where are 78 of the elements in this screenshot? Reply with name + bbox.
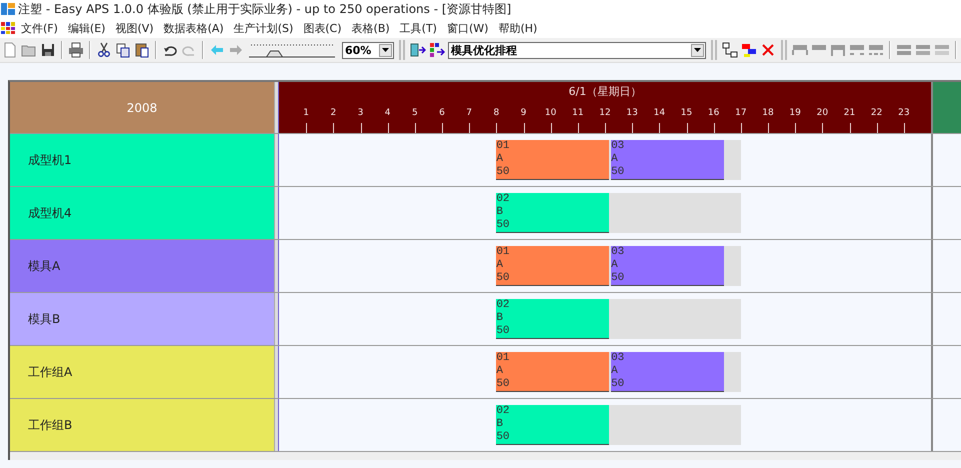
bar-layout-icon[interactable]	[792, 42, 808, 58]
hour-label: 16	[708, 108, 720, 118]
hour-label: 8	[493, 108, 500, 118]
menu-item[interactable]: 表格(B)	[348, 20, 394, 36]
toolbar-handle[interactable]	[399, 40, 405, 60]
resource-label[interactable]: 成型机1	[10, 134, 274, 186]
task-bar[interactable]: 01 A 50	[496, 140, 610, 180]
caret-icon	[382, 48, 389, 52]
tree-icon[interactable]	[722, 42, 738, 58]
bar-layout-icon[interactable]	[830, 42, 846, 58]
hour-label: 12	[599, 108, 611, 118]
copy-icon[interactable]	[115, 42, 131, 58]
hour-label: 22	[870, 108, 882, 118]
zoom-dropdown[interactable]: 60%	[342, 42, 394, 58]
printer-icon[interactable]	[68, 42, 84, 58]
toolbar-handle[interactable]	[711, 40, 717, 60]
hour-label: 5	[412, 108, 418, 118]
menu-item[interactable]: 数据表格(A)	[160, 20, 228, 36]
toolbar-handle[interactable]	[781, 40, 787, 60]
menu-item[interactable]: 编辑(E)	[64, 20, 110, 36]
hour-label: 9	[520, 108, 526, 118]
hour-label: 2	[330, 108, 336, 118]
caret-icon	[694, 48, 701, 52]
hour-label: 15	[680, 108, 692, 118]
color-blocks-icon[interactable]	[741, 42, 757, 58]
menu-item[interactable]: 视图(V)	[111, 20, 158, 36]
next-day-header	[933, 82, 961, 133]
hour-label: 23	[898, 108, 910, 118]
paste-icon[interactable]	[134, 42, 150, 58]
menu-item[interactable]: 图表(C)	[299, 20, 346, 36]
hour-label: 11	[572, 108, 584, 118]
hour-label: 4	[384, 108, 391, 118]
window-title: 注塑 - Easy APS 1.0.0 体验版 (禁止用于实际业务) - up to 250 operations - [资源甘特图]	[18, 0, 512, 18]
schedule-dropdown[interactable]: 模具优化排程	[448, 42, 706, 58]
task-bar[interactable]: 02 B 50	[496, 405, 610, 445]
bar-layout-icon[interactable]	[934, 42, 950, 58]
task-bar[interactable]: 02 B 50	[496, 299, 610, 339]
resource-label[interactable]: 模具A	[10, 240, 274, 292]
table-arrow-icon[interactable]	[410, 42, 426, 58]
hour-label: 13	[626, 108, 638, 118]
bar-layout-icon[interactable]	[849, 42, 865, 58]
resource-label[interactable]: 成型机4	[10, 187, 274, 239]
menu-item[interactable]: 工具(T)	[396, 20, 441, 36]
menu-item[interactable]: 生产计划(S)	[230, 20, 298, 36]
hour-label: 18	[762, 108, 774, 118]
close-icon[interactable]	[760, 42, 776, 58]
slider-thumb[interactable]	[266, 50, 284, 58]
date-label: 6/1（星期日）	[568, 84, 642, 99]
new-file-icon[interactable]	[2, 42, 18, 58]
grid-menu-icon[interactable]	[1, 22, 15, 34]
menu-item[interactable]: 帮助(H)	[494, 20, 542, 36]
hour-label: 14	[654, 108, 666, 118]
hour-label: 7	[466, 108, 472, 118]
hour-label: 19	[789, 108, 801, 118]
save-icon[interactable]	[40, 42, 56, 58]
hour-label: 1	[303, 108, 310, 118]
task-bar[interactable]: 02 B 50	[496, 193, 610, 233]
year-header: 2008	[10, 82, 274, 133]
bar-layout-icon[interactable]	[868, 42, 884, 58]
task-bar[interactable]: 01 A 50	[496, 246, 610, 286]
hour-label: 3	[358, 108, 364, 118]
hour-label: 10	[544, 108, 556, 118]
hour-label: 20	[816, 108, 828, 118]
bar-layout-icon[interactable]	[896, 42, 912, 58]
resource-label[interactable]: 模具B	[10, 293, 274, 345]
resource-label[interactable]: 工作组B	[10, 399, 274, 451]
bar-layout-icon[interactable]	[915, 42, 931, 58]
resource-label[interactable]: 工作组A	[10, 346, 274, 398]
hour-label: 17	[735, 108, 747, 118]
app-logo-icon	[1, 2, 15, 16]
menu-item[interactable]: 窗口(W)	[442, 20, 492, 36]
blocks-arrow-icon[interactable]	[429, 42, 445, 58]
cut-icon[interactable]	[96, 42, 112, 58]
hour-label: 21	[844, 108, 856, 118]
menu-item[interactable]: 文件(F)	[17, 20, 62, 36]
arrow-right-icon[interactable]	[228, 42, 244, 58]
hour-label: 6	[439, 108, 445, 118]
task-bar[interactable]: 01 A 50	[496, 352, 610, 392]
